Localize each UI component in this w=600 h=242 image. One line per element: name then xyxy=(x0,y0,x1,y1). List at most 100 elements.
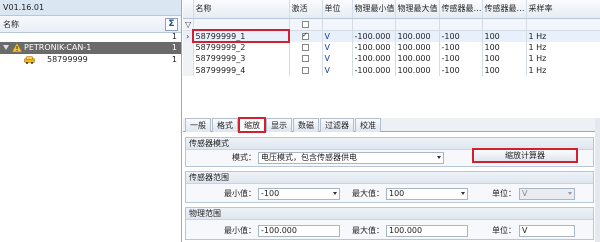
tree-node-count: 1 xyxy=(171,55,177,64)
tree-node-can[interactable]: PETRONIK-CAN-1 1 xyxy=(0,42,181,54)
vertical-scrollbar[interactable] xyxy=(595,118,600,242)
scaling-calculator-button[interactable]: 缩放计算器 xyxy=(472,148,578,163)
active-checkbox[interactable] xyxy=(289,64,323,76)
phys-max-cell[interactable]: 100.000 xyxy=(395,53,440,65)
sum-icon[interactable]: Σ xyxy=(165,17,178,31)
phys-unit-input[interactable]: V xyxy=(519,225,575,237)
sensor-mode-panel: 传感器模式 模式： 电压模式，包含传感器供电 缩放计算器 xyxy=(185,137,594,167)
phys-max-label: 最大值： xyxy=(352,226,384,235)
active-checkbox[interactable] xyxy=(289,30,323,42)
tab-scaling[interactable]: 缩放 xyxy=(238,117,266,133)
active-checkbox[interactable] xyxy=(289,53,323,65)
sensor-range-panel: 传感器范围 最小值： -100 最大值： 100 单位： V xyxy=(185,171,594,203)
tree-node-module[interactable]: 58799999 1 xyxy=(0,54,181,66)
table-row[interactable]: › 58799999_1 V -100.000 100.000 -100 100… xyxy=(183,29,600,43)
phys-max-cell[interactable]: 100.000 xyxy=(395,64,440,76)
sensor-unit-select: V xyxy=(519,188,575,200)
filter-cell[interactable] xyxy=(395,18,440,31)
column-header-name[interactable]: 名称 xyxy=(193,0,290,19)
channel-detail-pane: 名称 激活 单位 物理最小值 物理最大值 传感器最… 传感器最… 采样率 ▽ › xyxy=(183,0,600,242)
sensor-max-cell[interactable]: 100 xyxy=(482,64,527,76)
unit-cell[interactable]: V xyxy=(322,30,353,42)
filter-cell[interactable] xyxy=(352,18,396,31)
tree-node-count: 1 xyxy=(171,43,177,52)
unit-cell[interactable]: V xyxy=(322,53,353,65)
sample-rate-cell[interactable]: 1 Hz xyxy=(526,53,600,65)
mode-select[interactable]: 电压模式，包含传感器供电 xyxy=(258,152,444,164)
version-label: V01.16.01 xyxy=(0,0,181,16)
tab-display[interactable]: 显示 xyxy=(266,118,292,132)
column-header-sample-rate[interactable]: 采样率 xyxy=(526,0,600,19)
column-header-sensor-max[interactable]: 传感器最… xyxy=(482,0,527,19)
column-header-active[interactable]: 激活 xyxy=(289,0,323,19)
tab-digital[interactable]: 数磁 xyxy=(293,118,319,132)
tab-filter[interactable]: 过滤器 xyxy=(320,118,354,132)
tab-calibration[interactable]: 校准 xyxy=(355,118,381,132)
sensor-max-value: 100 xyxy=(389,189,405,198)
sample-rate-cell[interactable]: 1 Hz xyxy=(526,41,600,53)
filter-cell[interactable] xyxy=(322,18,353,31)
phys-max-cell[interactable]: 100.000 xyxy=(395,30,440,42)
grid-header-row: 名称 激活 单位 物理最小值 物理最大值 传感器最… 传感器最… 采样率 xyxy=(183,0,600,19)
channel-name-cell[interactable]: 58799999_3 xyxy=(193,53,290,65)
channel-grid: 名称 激活 单位 物理最小值 物理最大值 传感器最… 传感器最… 采样率 ▽ › xyxy=(183,0,600,76)
column-header-phys-min[interactable]: 物理最小值 xyxy=(352,0,396,19)
sensor-max-select[interactable]: 100 xyxy=(386,188,468,200)
channel-name-cell[interactable]: 58799999_1 xyxy=(192,29,290,43)
column-header-unit[interactable]: 单位 xyxy=(322,0,353,19)
sensor-unit-value: V xyxy=(522,189,528,198)
sensor-min-label: 最小值： xyxy=(224,189,256,198)
phys-min-cell[interactable]: -100.000 xyxy=(352,41,396,53)
module-car-icon xyxy=(24,56,35,64)
filter-cell[interactable] xyxy=(439,18,483,31)
tree-header-name: 名称 xyxy=(3,19,19,29)
table-row[interactable]: 58799999_3 V -100.000 100.000 -100 100 1… xyxy=(183,53,600,65)
sensor-min-cell[interactable]: -100 xyxy=(439,30,483,42)
chevron-down-icon xyxy=(333,192,337,195)
phys-min-cell[interactable]: -100.000 xyxy=(352,30,396,42)
property-tabs: 一般 格式 缩放 显示 数磁 过滤器 校准 xyxy=(183,117,600,133)
sensor-max-cell[interactable]: 100 xyxy=(482,30,527,42)
table-row[interactable]: 58799999_4 V -100.000 100.000 -100 100 1… xyxy=(183,64,600,76)
filter-icon[interactable]: ▽ xyxy=(183,18,194,31)
unit-cell[interactable]: V xyxy=(322,41,353,53)
sample-rate-cell[interactable]: 1 Hz xyxy=(526,64,600,76)
sensor-max-cell[interactable]: 100 xyxy=(482,41,527,53)
filter-cell[interactable] xyxy=(193,18,290,31)
channel-name-cell[interactable]: 58799999_2 xyxy=(193,41,290,53)
channel-name-cell[interactable]: 58799999_4 xyxy=(193,64,290,76)
phys-min-cell[interactable]: -100.000 xyxy=(352,64,396,76)
filter-cell[interactable] xyxy=(526,18,600,31)
tree-sum-row: 1 xyxy=(0,32,181,42)
filter-cell[interactable] xyxy=(482,18,527,31)
phys-max-input[interactable]: 100.000 xyxy=(386,225,468,237)
current-row-arrow-icon: › xyxy=(183,30,194,42)
active-checkbox[interactable] xyxy=(289,41,323,53)
sensor-min-cell[interactable]: -100 xyxy=(439,53,483,65)
grid-corner xyxy=(183,0,194,19)
phys-min-input[interactable]: -100.000 xyxy=(258,225,340,237)
filter-active-checkbox[interactable] xyxy=(289,18,323,31)
column-header-sensor-min[interactable]: 传感器最… xyxy=(439,0,483,19)
sensor-min-cell[interactable]: -100 xyxy=(439,64,483,76)
column-header-phys-max[interactable]: 物理最大值 xyxy=(395,0,440,19)
phys-min-cell[interactable]: -100.000 xyxy=(352,53,396,65)
table-row[interactable]: 58799999_2 V -100.000 100.000 -100 100 1… xyxy=(183,41,600,53)
phys-min-label: 最小值： xyxy=(224,226,256,235)
expand-triangle-icon[interactable] xyxy=(3,45,9,50)
tree-node-label: 58799999 xyxy=(47,55,88,64)
sensor-min-select[interactable]: -100 xyxy=(258,188,340,200)
sensor-max-cell[interactable]: 100 xyxy=(482,53,527,65)
tab-general[interactable]: 一般 xyxy=(185,118,211,132)
panel-title: 物理范围 xyxy=(186,208,593,220)
unit-cell[interactable]: V xyxy=(322,64,353,76)
sensor-min-cell[interactable]: -100 xyxy=(439,41,483,53)
sensor-max-label: 最大值： xyxy=(352,189,384,198)
physical-range-panel: 物理范围 最小值： -100.000 最大值： 100.000 单位： V xyxy=(185,207,594,240)
phys-max-cell[interactable]: 100.000 xyxy=(395,41,440,53)
sample-rate-cell[interactable]: 1 Hz xyxy=(526,30,600,42)
tab-format[interactable]: 格式 xyxy=(212,118,238,132)
row-indicator xyxy=(183,41,194,53)
phys-unit-label: 单位： xyxy=(492,226,516,235)
mode-select-value: 电压模式，包含传感器供电 xyxy=(261,153,357,162)
